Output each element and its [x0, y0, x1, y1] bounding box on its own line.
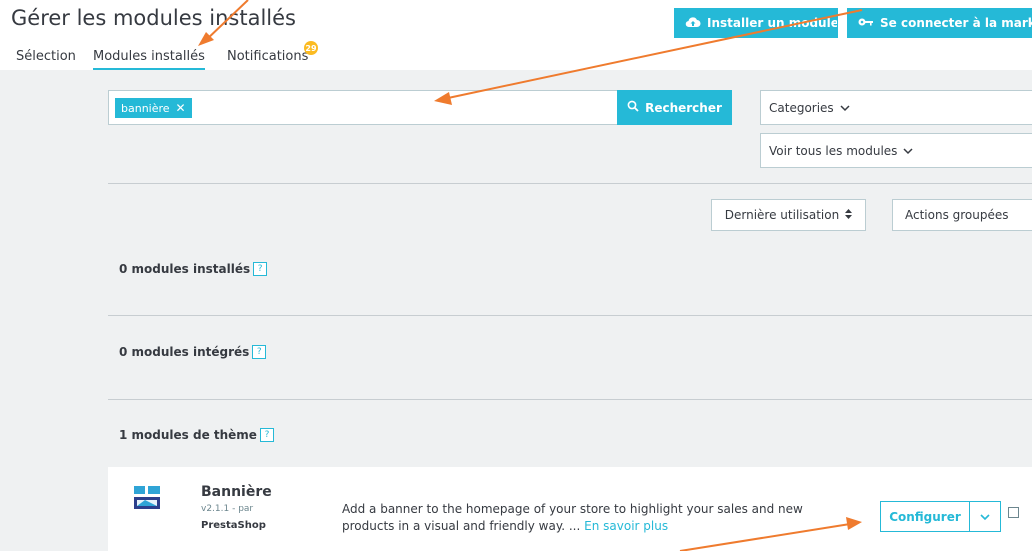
module-checkbox[interactable] — [1008, 507, 1019, 518]
search-input[interactable]: bannière ✕ — [108, 90, 618, 125]
module-version: v2.1.1 - par — [201, 504, 254, 514]
section-integrated-title: 0 modules intégrés ? — [119, 345, 267, 359]
module-description: Add a banner to the homepage of your sto… — [342, 501, 812, 535]
search-icon — [627, 100, 639, 115]
help-icon[interactable]: ? — [259, 428, 274, 442]
search-button-label: Rechercher — [645, 100, 722, 115]
section-theme-title: 1 modules de thème ? — [119, 428, 274, 442]
page: Gérer les modules installés Installer un… — [0, 0, 1032, 551]
connect-marketplace-button[interactable]: Se connecter à la marketplace — [847, 8, 1032, 38]
section-integrated-label: 0 modules intégrés — [119, 345, 250, 359]
module-name: Bannière — [201, 484, 272, 500]
learn-more-link[interactable]: En savoir plus — [584, 519, 668, 533]
tab-installed-modules[interactable]: Modules installés — [93, 49, 205, 71]
all-modules-label: Voir tous les modules — [769, 143, 898, 158]
key-icon — [858, 16, 874, 30]
tab-selection[interactable]: Sélection — [16, 49, 76, 64]
search-tag-label: bannière — [121, 101, 170, 115]
categories-select[interactable]: Categories — [760, 90, 1032, 125]
bulk-actions-select[interactable]: Actions groupées — [892, 199, 1032, 231]
section-installed-label: 0 modules installés — [119, 262, 251, 276]
tab-notifications[interactable]: Notifications — [227, 49, 308, 64]
help-icon[interactable]: ? — [253, 262, 268, 276]
notifications-badge: 29 — [304, 41, 318, 55]
install-module-button[interactable]: Installer un module — [674, 8, 838, 38]
help-icon[interactable]: ? — [252, 345, 267, 359]
page-title: Gérer les modules installés — [11, 6, 296, 30]
cloud-upload-icon — [685, 16, 701, 31]
bulk-actions-label: Actions groupées — [905, 208, 1009, 222]
categories-label: Categories — [769, 100, 834, 115]
chevron-down-icon — [980, 510, 990, 524]
divider — [108, 183, 1032, 184]
actions-dropdown-button[interactable] — [969, 501, 1001, 532]
chevron-down-icon — [903, 144, 913, 158]
configure-button[interactable]: Configurer — [880, 501, 970, 532]
module-description-text: Add a banner to the homepage of your sto… — [342, 502, 803, 533]
divider — [108, 315, 1032, 316]
search-tag: bannière ✕ — [115, 98, 192, 118]
install-module-label: Installer un module — [707, 16, 838, 30]
tabs: Sélection Modules installés Notification… — [0, 40, 1032, 71]
sort-label: Dernière utilisation — [724, 208, 840, 222]
divider — [108, 399, 1032, 400]
module-author: PrestaShop — [201, 520, 266, 531]
section-installed-title: 0 modules installés ? — [119, 262, 268, 276]
close-icon[interactable]: ✕ — [176, 101, 186, 115]
sort-icon — [845, 208, 853, 222]
sort-select[interactable]: Dernière utilisation — [711, 199, 866, 231]
module-banner-icon — [133, 485, 161, 511]
connect-marketplace-label: Se connecter à la marketplace — [880, 16, 1032, 30]
all-modules-select[interactable]: Voir tous les modules — [760, 133, 1032, 168]
search-button[interactable]: Rechercher — [617, 90, 732, 125]
section-theme-label: 1 modules de thème — [119, 428, 257, 442]
chevron-down-icon — [840, 101, 850, 115]
